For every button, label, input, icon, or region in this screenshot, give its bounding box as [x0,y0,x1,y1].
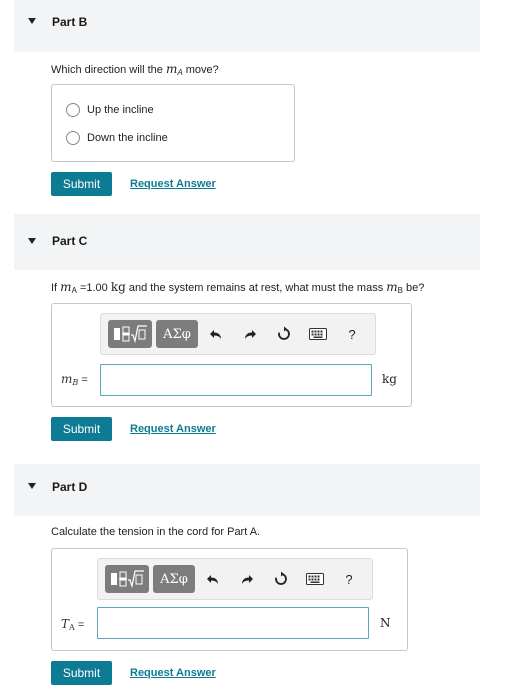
part-c-answer-box: ΑΣφ ? mB = kg [51,303,412,407]
part-b-submit-button[interactable]: Submit [51,172,112,196]
part-d-question: Calculate the tension in the cord for Pa… [51,526,261,538]
redo-icon[interactable] [236,569,258,589]
reset-icon[interactable] [270,569,292,589]
help-icon[interactable]: ? [341,324,363,344]
choice-down-the-incline[interactable]: Down the incline [66,131,168,145]
keyboard-icon[interactable] [307,324,329,344]
part-d-request-answer-link[interactable]: Request Answer [130,667,216,679]
part-d-unit-label: N [380,616,391,630]
part-d-header[interactable]: Part D [14,464,480,516]
part-b-title: Part B [52,15,88,29]
help-icon[interactable]: ? [338,569,360,589]
answer-choices: Up the incline Down the incline [51,84,295,162]
part-d-title: Part D [52,480,88,494]
math-toolbar: ΑΣφ ? [100,313,376,355]
part-b-header[interactable]: Part B [14,0,480,52]
part-d-answer-input[interactable] [97,607,369,639]
part-d-answer-box: ΑΣφ ? TA = N [51,548,408,651]
fraction-root-icon [111,570,144,589]
fraction-root-icon [114,325,147,344]
part-c-answer-input[interactable] [100,364,372,396]
templates-button[interactable] [108,320,152,348]
keyboard-icon[interactable] [304,569,326,589]
choice-up-the-incline[interactable]: Up the incline [66,103,154,117]
radio-button[interactable] [66,131,80,145]
part-c-request-answer-link[interactable]: Request Answer [130,423,216,435]
part-c-submit-button[interactable]: Submit [51,417,112,441]
part-d-submit-button[interactable]: Submit [51,661,112,685]
part-c-question: If mA =1.00 kg and the system remains at… [51,280,425,295]
greek-symbols-button[interactable]: ΑΣφ [156,320,198,348]
part-d-input-label: TA = [61,617,85,632]
greek-symbols-button[interactable]: ΑΣφ [153,565,195,593]
undo-icon[interactable] [202,569,224,589]
templates-button[interactable] [105,565,149,593]
choice-label: Down the incline [87,132,168,144]
collapse-caret-icon[interactable] [28,483,36,489]
collapse-caret-icon[interactable] [28,238,36,244]
math-toolbar: ΑΣφ ? [97,558,373,600]
part-c-header[interactable]: Part C [14,214,480,270]
choice-label: Up the incline [87,104,154,116]
part-c-unit-label: kg [382,372,397,386]
part-c-title: Part C [52,234,88,248]
redo-icon[interactable] [239,324,261,344]
radio-button[interactable] [66,103,80,117]
part-b-request-answer-link[interactable]: Request Answer [130,178,216,190]
collapse-caret-icon[interactable] [28,18,36,24]
part-b-question: Which direction will the mA move? [51,62,219,77]
undo-icon[interactable] [205,324,227,344]
part-c-input-label: mB = [61,372,88,387]
reset-icon[interactable] [273,324,295,344]
